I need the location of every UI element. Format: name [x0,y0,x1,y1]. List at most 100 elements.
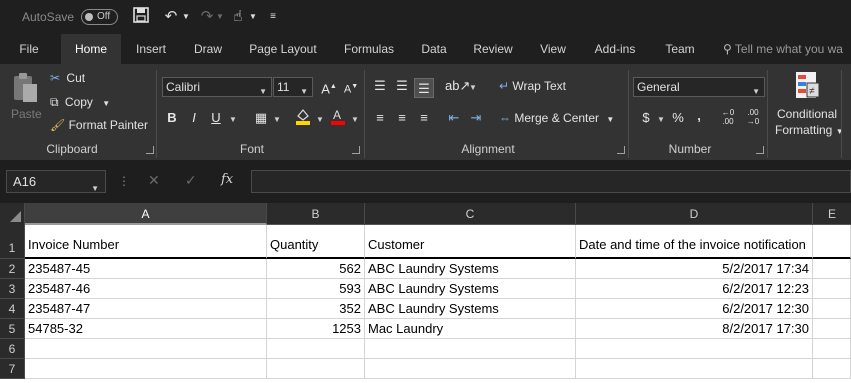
name-box[interactable]: A16 ▼ [6,170,106,193]
comma-button[interactable]: , [689,106,709,126]
cell[interactable]: 6/2/2017 12:30 [576,299,813,319]
orientation-dropdown-icon[interactable]: ▼ [469,83,477,92]
tab-data[interactable]: Data [415,34,453,64]
insert-function-icon[interactable]: fx [221,172,233,187]
cell[interactable] [267,339,365,359]
row-header[interactable]: 6 [0,339,25,359]
row-header[interactable]: 3 [0,279,25,299]
redo-icon[interactable]: ↷ [197,7,217,27]
cell[interactable]: 6/2/2017 12:23 [576,279,813,299]
increase-font-size-icon[interactable]: A▲ [319,77,339,97]
cell-header-customer[interactable]: Customer [365,225,576,259]
cell[interactable]: ABC Laundry Systems [365,259,576,279]
touch-mode-icon[interactable]: ☝ [228,7,248,27]
tab-view[interactable]: View [533,34,573,64]
cell-header-date[interactable]: Date and time of the invoice notificatio… [576,225,813,259]
top-align-icon[interactable]: ☰ [370,76,390,96]
tab-team[interactable]: Team [657,34,703,64]
font-launcher-icon[interactable] [352,146,360,154]
redo-dropdown-icon[interactable]: ▼ [215,7,225,27]
customize-toolbar-icon[interactable]: ≡ [266,7,280,27]
cell[interactable] [813,339,851,359]
currency-dropdown-icon[interactable]: ▼ [657,115,665,124]
fill-color-dropdown-icon[interactable]: ▼ [316,115,324,124]
cell[interactable]: 352 [267,299,365,319]
cell[interactable] [813,319,851,339]
conditional-formatting-line1[interactable]: Conditional [777,107,837,121]
align-center-icon[interactable]: ≡ [392,108,412,128]
increase-indent-icon[interactable]: ⇥ [466,108,486,128]
tell-me-search[interactable]: ⚲ Tell me what you wa [723,34,843,64]
column-header-e[interactable]: E [813,203,851,225]
undo-icon[interactable]: ↶ [160,7,182,27]
cell[interactable]: 235487-47 [25,299,267,319]
cell[interactable]: 5/2/2017 17:34 [576,259,813,279]
cell[interactable] [813,225,851,259]
cell[interactable] [813,279,851,299]
autosave-toggle[interactable]: Off [81,9,118,25]
cell[interactable]: 1253 [267,319,365,339]
cell[interactable]: 8/2/2017 17:30 [576,319,813,339]
decrease-indent-icon[interactable]: ⇤ [444,108,464,128]
percent-button[interactable]: % [668,108,688,128]
number-launcher-icon[interactable] [756,146,764,154]
wrap-text-button[interactable]: ↵ Wrap Text [499,79,566,93]
decrease-decimal-icon[interactable]: .00 →0 [743,108,763,128]
borders-icon[interactable]: ▦ [251,108,271,128]
row-header[interactable]: 7 [0,359,25,379]
cell-header-quantity[interactable]: Quantity [267,225,365,259]
conditional-formatting-button[interactable]: Formatting ▼ [775,123,844,137]
bottom-align-icon[interactable]: ☰ [414,78,434,98]
italic-button[interactable]: I [184,108,204,128]
merge-center-button[interactable]: ⇔ Merge & Center ▼ [499,111,614,125]
number-format-select[interactable]: General ▼ [633,77,765,97]
column-header-c[interactable]: C [365,203,576,225]
font-color-dropdown-icon[interactable]: ▼ [351,115,359,124]
cell[interactable]: ABC Laundry Systems [365,299,576,319]
merge-dropdown-icon[interactable]: ▼ [606,115,614,124]
column-header-b[interactable]: B [267,203,365,225]
column-header-d[interactable]: D [576,203,813,225]
copy-dropdown-icon[interactable]: ▼ [102,99,110,108]
cell[interactable]: 235487-46 [25,279,267,299]
enter-check-icon[interactable]: ✓ [185,172,197,189]
cut-button[interactable]: ✂ Cut [50,71,85,85]
cell[interactable]: 54785-32 [25,319,267,339]
tab-review[interactable]: Review [467,34,519,64]
cell[interactable]: 593 [267,279,365,299]
conditional-formatting-icon[interactable]: ≠ [795,71,821,104]
select-all-corner[interactable] [0,203,25,225]
borders-dropdown-icon[interactable]: ▼ [273,115,281,124]
more-options-icon[interactable]: ⋮ [118,174,130,188]
formula-input[interactable] [251,170,851,193]
row-header[interactable]: 5 [0,319,25,339]
font-color-icon[interactable]: A [328,107,348,127]
cell-header-invoice-number[interactable]: Invoice Number [25,225,267,259]
align-right-icon[interactable]: ≡ [414,108,434,128]
cell[interactable] [813,299,851,319]
cell[interactable] [813,259,851,279]
tab-file[interactable]: File [10,34,48,64]
font-name-select[interactable]: Calibri ▼ [162,77,272,97]
save-icon[interactable] [131,7,151,27]
cell[interactable] [25,359,267,379]
tab-formulas[interactable]: Formulas [337,34,401,64]
tab-add-ins[interactable]: Add-ins [587,34,643,64]
touch-dropdown-icon[interactable]: ▼ [248,7,258,27]
cell[interactable]: 562 [267,259,365,279]
cell[interactable] [365,339,576,359]
row-header[interactable]: 4 [0,299,25,319]
font-size-select[interactable]: 11 ▼ [273,77,313,97]
format-painter-button[interactable]: 🖌 Format Painter [50,118,148,132]
increase-decimal-icon[interactable]: ←0.00 [718,108,738,128]
cell[interactable] [576,339,813,359]
undo-dropdown-icon[interactable]: ▼ [181,7,191,27]
orientation-icon[interactable]: ab↗ [445,76,470,96]
currency-button[interactable]: $ [636,108,656,128]
cancel-icon[interactable]: ✕ [148,172,160,189]
cell[interactable] [365,359,576,379]
middle-align-icon[interactable]: ☰ [392,76,412,96]
paste-icon[interactable] [11,72,39,112]
cell[interactable] [576,359,813,379]
cell[interactable] [267,359,365,379]
